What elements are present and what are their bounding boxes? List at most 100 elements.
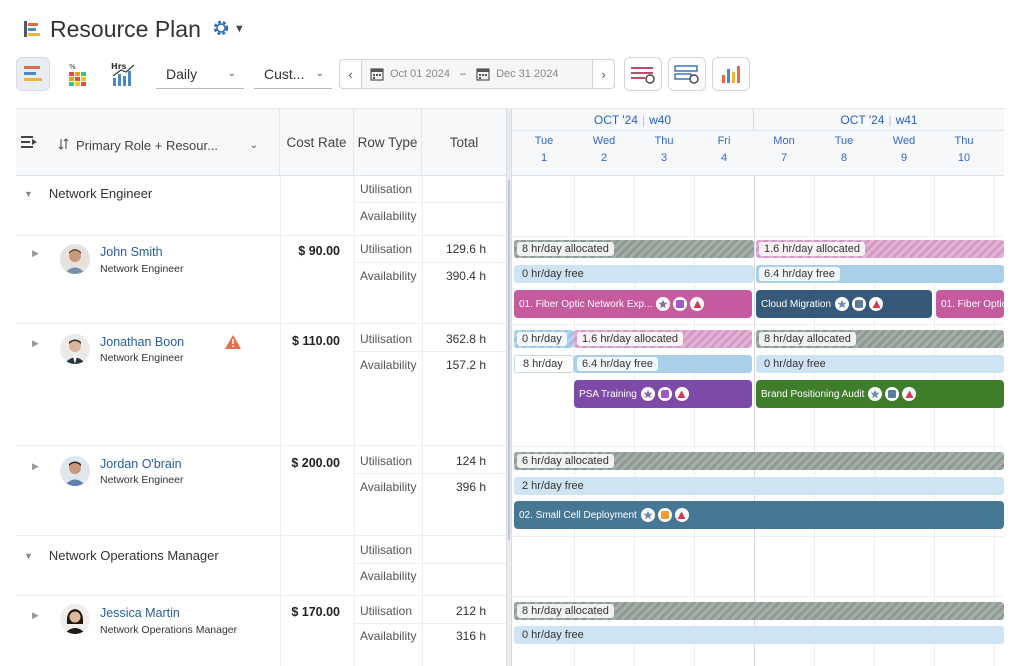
start-date-input[interactable]: Oct 01 2024 — [390, 68, 450, 80]
square-icon[interactable] — [673, 297, 688, 311]
row-type-utilisation: Utilisation — [360, 543, 413, 557]
resource-row[interactable]: ▶ Jonathan Boon Network Engineer $ 110.0… — [16, 324, 506, 446]
resource-name[interactable]: John Smith — [100, 245, 163, 259]
grid-header: Primary Role + Resour... ⌄ Cost Rate Row… — [16, 108, 506, 176]
chevron-down-icon: ⌄ — [249, 139, 258, 151]
avatar — [60, 456, 90, 486]
caret-down-icon[interactable]: ▼ — [24, 189, 33, 199]
resource-row[interactable]: ▶ Jordan O'brain Network Engineer $ 200.… — [16, 446, 506, 536]
calendar-icon[interactable] — [370, 67, 384, 81]
collapse-all-icon[interactable] — [20, 133, 38, 154]
day-header: Wed 2 — [574, 133, 634, 167]
next-period-button[interactable]: › — [592, 60, 614, 88]
row-gridline — [512, 446, 1004, 447]
week-month: OCT '24 — [840, 112, 885, 127]
row-type-header[interactable]: Row Type — [354, 109, 422, 175]
resource-name[interactable]: Jonathan Boon — [100, 335, 184, 349]
svg-text:%: % — [69, 63, 76, 71]
square-icon[interactable] — [657, 508, 672, 522]
triangle-icon[interactable] — [674, 508, 689, 522]
end-date-input[interactable]: Dec 31 2024 — [496, 68, 558, 80]
group-header: ▼ Network Operations Manager — [24, 548, 219, 563]
group-by-select[interactable]: Primary Role + Resour... ⌄ — [58, 131, 262, 159]
custom-range-select[interactable]: Cust... ⌄ — [254, 59, 332, 89]
gantt-view-button[interactable] — [16, 57, 50, 91]
week-number: w41 — [895, 112, 918, 127]
calendar-icon[interactable] — [476, 67, 490, 81]
caret-right-icon[interactable]: ▶ — [32, 610, 39, 621]
availability-bar[interactable]: 6.4 hr/day free — [756, 265, 1004, 283]
square-icon[interactable] — [852, 297, 867, 311]
export-chart-button[interactable] — [712, 57, 750, 91]
resource-row[interactable]: ▶ John Smith Network Engineer $ 90.00 Ut… — [16, 236, 506, 324]
row-type-availability: Availability — [360, 358, 417, 372]
scale-value: Daily — [166, 65, 198, 82]
triangle-icon[interactable] — [674, 387, 689, 401]
caret-down-icon[interactable]: ▼ — [24, 551, 33, 561]
allocation-bar[interactable]: 1.6 hr/day allocated — [574, 330, 752, 348]
group-row[interactable]: ▼ Network Engineer Utilisation Availabil… — [16, 176, 506, 236]
star-icon[interactable] — [640, 508, 655, 522]
triangle-icon[interactable] — [902, 387, 917, 401]
day-header: Thu 10 — [934, 133, 994, 167]
settings-dropdown[interactable]: ▼ — [211, 18, 245, 41]
row-type-utilisation: Utilisation — [360, 604, 413, 618]
availability-bar[interactable]: 0 hr/day free — [514, 265, 754, 283]
group-row[interactable]: ▼ Network Operations Manager Utilisation… — [16, 536, 506, 596]
allocation-bar[interactable]: 0 hr/day — [514, 330, 574, 348]
task-bar[interactable]: 02. Small Cell Deployment — [514, 501, 1004, 529]
caret-right-icon[interactable]: ▶ — [32, 338, 39, 349]
allocation-bar[interactable]: 1.6 hr/day allocated — [756, 240, 1004, 258]
resource-name[interactable]: Jordan O'brain — [100, 457, 182, 471]
allocation-bar[interactable]: 8 hr/day allocated — [514, 602, 1004, 620]
hours-chart-icon: Hrs — [111, 62, 135, 86]
star-icon[interactable] — [640, 387, 655, 401]
allocation-bar[interactable]: 6 hr/day allocated — [514, 452, 1004, 470]
toolbar: % Hrs Daily ⌄ Cust... ⌄ ‹ Oct 01 2024 – … — [16, 57, 1016, 91]
hours-chart-button[interactable]: Hrs — [106, 57, 140, 91]
cost-rate-value: $ 170.00 — [291, 605, 340, 619]
day-header: Thu 3 — [634, 133, 694, 167]
heatmap-percent-button[interactable]: % — [62, 57, 96, 91]
utilisation-total: 129.6 h — [445, 242, 486, 256]
resource-name[interactable]: Jessica Martin — [100, 606, 180, 620]
group-by-value: Primary Role + Resour... — [76, 137, 218, 153]
availability-bar[interactable]: 0 hr/day free — [756, 355, 1004, 373]
task-bar[interactable]: Cloud Migration — [756, 290, 932, 318]
square-icon[interactable] — [657, 387, 672, 401]
row-settings-button[interactable] — [624, 57, 662, 91]
prev-period-button[interactable]: ‹ — [340, 60, 362, 88]
triangle-icon[interactable] — [869, 297, 884, 311]
availability-bar[interactable]: 8 hr/day — [514, 355, 574, 373]
caret-right-icon[interactable]: ▶ — [32, 248, 39, 259]
availability-bar[interactable]: 0 hr/day free — [514, 626, 1004, 644]
total-header[interactable]: Total — [422, 109, 506, 175]
caret-right-icon[interactable]: ▶ — [32, 461, 39, 472]
day-number: 4 — [720, 152, 728, 164]
task-name: 02. Small Cell Deployment — [519, 509, 637, 521]
allocation-bar[interactable]: 8 hr/day allocated — [514, 240, 754, 258]
allocation-label: 8 hr/day allocated — [517, 604, 614, 618]
triangle-icon[interactable] — [690, 297, 705, 311]
task-bar[interactable]: 01. Fiber Optic Network Exp... — [514, 290, 752, 318]
chevron-down-icon: ⌄ — [315, 68, 324, 79]
resource-row[interactable]: ▶ Jessica Martin Network Operations Mana… — [16, 596, 506, 666]
star-icon[interactable] — [835, 297, 850, 311]
availability-total: 390.4 h — [445, 269, 486, 283]
warning-icon[interactable] — [224, 334, 242, 353]
day-number: 10 — [957, 152, 971, 164]
availability-total: 316 h — [455, 629, 486, 643]
allocation-bar[interactable]: 8 hr/day allocated — [756, 330, 1004, 348]
row-divider — [354, 351, 506, 352]
column-settings-button[interactable] — [668, 57, 706, 91]
star-icon[interactable] — [868, 387, 883, 401]
cost-rate-header[interactable]: Cost Rate — [280, 109, 354, 175]
task-bar[interactable]: Brand Positioning Audit — [756, 380, 1004, 408]
star-icon[interactable] — [656, 297, 671, 311]
availability-bar[interactable]: 6.4 hr/day free — [574, 355, 752, 373]
scale-select[interactable]: Daily ⌄ — [156, 59, 244, 89]
task-bar[interactable]: PSA Training — [574, 380, 752, 408]
square-icon[interactable] — [885, 387, 900, 401]
task-bar[interactable]: 01. Fiber Optic — [936, 290, 1004, 318]
availability-bar[interactable]: 2 hr/day free — [514, 477, 1004, 495]
